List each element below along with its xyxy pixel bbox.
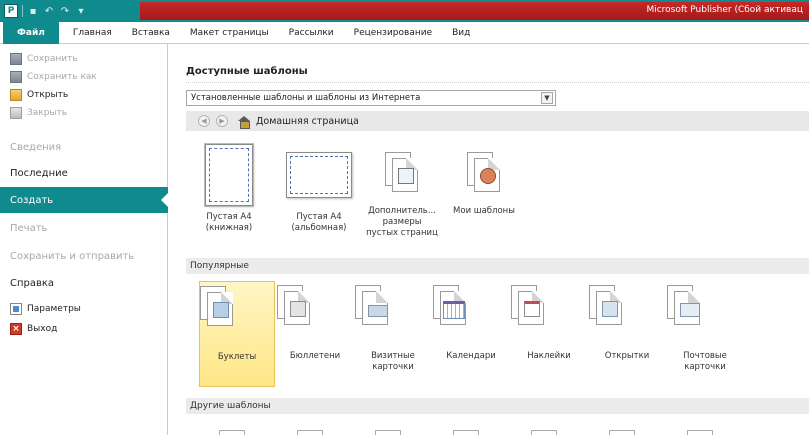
more-sizes-label-2: размеры bbox=[382, 217, 422, 227]
tab-home[interactable]: Главная bbox=[63, 22, 122, 44]
templates-panel: Доступные шаблоны Установленные шаблоны … bbox=[169, 44, 809, 435]
other-templates-row-partial bbox=[219, 426, 739, 435]
postcards-label-1: Почтовые bbox=[683, 351, 727, 361]
business-cards-label-1: Визитные bbox=[371, 351, 415, 361]
my-templates-icon bbox=[467, 148, 501, 194]
forward-icon[interactable]: ▶ bbox=[216, 115, 228, 127]
nav-home-label[interactable]: Домашняя страница bbox=[256, 116, 359, 127]
backstage-options-label: Параметры bbox=[27, 304, 81, 314]
backstage-recent[interactable]: Последние bbox=[0, 160, 168, 186]
tab-view[interactable]: Вид bbox=[442, 22, 480, 44]
home-icon[interactable] bbox=[238, 115, 250, 129]
template-source-select[interactable]: Установленные шаблоны и шаблоны из Интер… bbox=[186, 90, 556, 106]
section-popular: Популярные bbox=[186, 258, 809, 274]
close-document-icon bbox=[10, 107, 22, 119]
template-calendars[interactable]: Календари bbox=[433, 281, 509, 387]
backstage-close-label: Закрыть bbox=[27, 108, 68, 118]
tab-mailings[interactable]: Рассылки bbox=[279, 22, 344, 44]
blank-landscape-thumb bbox=[286, 152, 352, 198]
template-source-value: Установленные шаблоны и шаблоны из Интер… bbox=[191, 93, 421, 103]
backstage-save-send[interactable]: Сохранить и отправить bbox=[0, 243, 168, 269]
template-newsletters-label: Бюллетени bbox=[289, 351, 341, 361]
blank-portrait-thumb bbox=[204, 143, 254, 207]
template-business-cards-label: Визитные карточки bbox=[355, 351, 431, 373]
backstage-new[interactable]: Создать bbox=[0, 187, 168, 213]
blank-a4-portrait[interactable]: Пустая А4 (книжная) bbox=[199, 143, 259, 234]
template-labels-label: Наклейки bbox=[527, 351, 571, 361]
save-as-icon bbox=[10, 71, 22, 83]
tab-insert[interactable]: Вставка bbox=[122, 22, 180, 44]
options-icon bbox=[10, 303, 22, 315]
ribbon-tabs: Файл Главная Вставка Макет страницы Расс… bbox=[0, 21, 809, 44]
save-icon[interactable]: ▪ bbox=[27, 5, 39, 17]
title-bar: P ▪ ↶ ↷ ▾ Microsoft Publisher (Сбой акти… bbox=[0, 0, 809, 22]
template-postcards-label: Почтовые карточки bbox=[667, 351, 743, 373]
blank-portrait-label-2: (книжная) bbox=[205, 223, 253, 233]
quick-access-toolbar: P ▪ ↶ ↷ ▾ bbox=[4, 3, 87, 19]
blank-landscape-label-1: Пустая А4 bbox=[296, 212, 342, 222]
publisher-logo-icon: P bbox=[4, 4, 18, 18]
save-icon bbox=[10, 53, 22, 65]
folder-open-icon bbox=[10, 89, 22, 101]
backstage-save-as-label: Сохранить как bbox=[27, 72, 97, 82]
tab-file[interactable]: Файл bbox=[3, 21, 59, 44]
backstage-nav: Сохранить Сохранить как Открыть Закрыть … bbox=[0, 44, 168, 435]
template-greeting-cards[interactable]: Открытки bbox=[589, 281, 665, 387]
back-icon[interactable]: ◀ bbox=[198, 115, 210, 127]
chevron-down-icon[interactable]: ▼ bbox=[541, 92, 553, 104]
backstage-save-as[interactable]: Сохранить как bbox=[0, 68, 168, 86]
backstage-exit[interactable]: × Выход bbox=[0, 320, 168, 338]
exit-icon: × bbox=[10, 323, 22, 335]
blank-landscape-label-2: (альбомная) bbox=[291, 223, 347, 233]
my-templates-label: Мои шаблоны bbox=[453, 206, 515, 216]
backstage-options[interactable]: Параметры bbox=[0, 300, 168, 318]
more-sizes-label-3: пустых страниц bbox=[366, 228, 438, 238]
template-brochures-label: Буклеты bbox=[217, 352, 257, 362]
backstage-open[interactable]: Открыть bbox=[0, 86, 168, 104]
window-title: Microsoft Publisher (Сбой активац bbox=[646, 5, 803, 15]
backstage-open-label: Открыть bbox=[27, 90, 69, 100]
backstage-help[interactable]: Справка bbox=[0, 270, 168, 296]
blank-portrait-label-1: Пустая А4 bbox=[206, 212, 252, 222]
redo-icon[interactable]: ↷ bbox=[59, 5, 71, 17]
qat-separator bbox=[22, 5, 23, 17]
backstage-print[interactable]: Печать bbox=[0, 215, 168, 241]
backstage-info[interactable]: Сведения bbox=[0, 134, 168, 160]
template-greeting-cards-label: Открытки bbox=[604, 351, 650, 361]
template-labels[interactable]: Наклейки bbox=[511, 281, 587, 387]
page-title: Доступные шаблоны bbox=[186, 66, 308, 77]
postcards-label-2: карточки bbox=[684, 362, 726, 372]
undo-icon[interactable]: ↶ bbox=[43, 5, 55, 17]
template-postcards[interactable]: Почтовые карточки bbox=[667, 281, 743, 387]
title-divider bbox=[186, 82, 809, 83]
blank-a4-landscape[interactable]: Пустая А4 (альбомная) bbox=[279, 144, 359, 234]
more-blank-sizes[interactable]: Дополнитель... размеры пустых страниц bbox=[365, 148, 439, 239]
backstage-exit-label: Выход bbox=[27, 324, 58, 334]
template-brochures[interactable]: Буклеты bbox=[199, 281, 275, 387]
template-business-cards[interactable]: Визитные карточки bbox=[355, 281, 431, 387]
business-cards-label-2: карточки bbox=[372, 362, 414, 372]
backstage-save[interactable]: Сохранить bbox=[0, 50, 168, 68]
qat-customize-icon[interactable]: ▾ bbox=[75, 5, 87, 17]
template-newsletters[interactable]: Бюллетени bbox=[277, 281, 353, 387]
tab-page-layout[interactable]: Макет страницы bbox=[180, 22, 279, 44]
section-other-templates: Другие шаблоны bbox=[186, 398, 809, 414]
template-calendars-label: Календари bbox=[446, 351, 496, 361]
template-nav-bar: ◀ ▶ Домашняя страница bbox=[186, 111, 809, 131]
backstage-save-label: Сохранить bbox=[27, 54, 78, 64]
page-sizes-icon bbox=[385, 148, 419, 194]
my-templates[interactable]: Мои шаблоны bbox=[447, 148, 521, 217]
tab-review[interactable]: Рецензирование bbox=[344, 22, 442, 44]
backstage-close[interactable]: Закрыть bbox=[0, 104, 168, 122]
more-sizes-label-1: Дополнитель... bbox=[368, 206, 436, 216]
